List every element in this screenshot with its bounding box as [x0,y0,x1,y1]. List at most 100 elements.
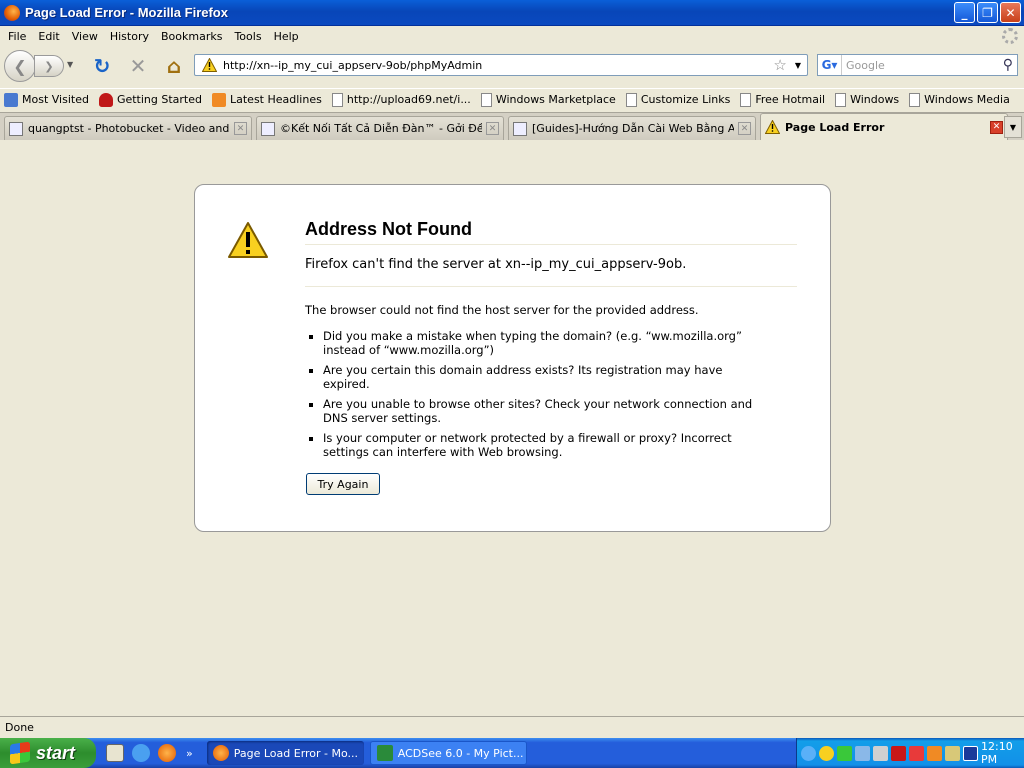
bookmark-windows-marketplace[interactable]: Windows Marketplace [480,92,616,107]
bookmark-latest-headlines[interactable]: Latest Headlines [212,92,322,107]
menu-help[interactable]: Help [268,30,305,43]
menu-view[interactable]: View [66,30,104,43]
firefox-icon [212,745,229,761]
throbber-icon [1002,28,1018,44]
bookmark-star-icon[interactable]: ☆ [773,56,786,74]
bookmark-most-visited[interactable]: Most Visited [4,92,89,107]
url-dropdown-icon[interactable]: ▼ [795,61,801,70]
menu-tools[interactable]: Tools [228,30,267,43]
maximize-button[interactable]: ❐ [977,2,998,23]
tab-strip: quangptst - Photobucket - Video and I...… [0,112,1024,140]
tab-close-icon[interactable]: ✕ [990,120,1003,134]
menu-bar: File Edit View History Bookmarks Tools H… [0,26,1024,46]
search-icon[interactable]: ⚲ [1003,57,1013,73]
back-arrow-icon: ❮ [13,56,27,76]
try-again-button[interactable]: Try Again [306,473,380,495]
clock: 12:10 PM [981,740,1013,766]
quick-launch: » [106,744,193,762]
tab-ket-noi[interactable]: ©Kết Nối Tất Cả Diễn Đàn™ - Gởi Đề T... … [256,116,504,140]
windows-logo-icon [10,741,30,765]
status-bar: Done [0,716,1024,738]
quick-launch-chevron-icon[interactable]: » [186,747,193,760]
status-text: Done [5,721,34,734]
tab-favicon-icon [261,121,275,136]
error-intro: The browser could not find the host serv… [305,303,699,317]
media-play-icon[interactable] [837,745,852,761]
search-input[interactable]: Google [842,59,1003,72]
warning-icon [201,57,217,73]
internet-explorer-icon[interactable] [132,744,150,762]
bookmark-upload69[interactable]: http://upload69.net/i... [331,92,471,107]
search-bar[interactable]: G▾ Google ⚲ [817,54,1018,76]
home-icon[interactable]: ⌂ [162,54,186,78]
messenger-icon[interactable] [819,745,834,761]
back-button[interactable]: ❮ [4,50,36,82]
start-button[interactable]: start [0,738,96,768]
volume-icon[interactable] [873,745,888,761]
tab-favicon-icon [9,121,23,136]
tab-guides[interactable]: [Guides]-Hướng Dẫn Cài Web Bằng Ap... ✕ [508,116,756,140]
network-icon[interactable] [855,745,870,761]
page-content: Address Not Found Firefox can't find the… [0,140,1024,716]
history-dropdown-icon[interactable]: ▼ [67,60,73,69]
bookmark-free-hotmail[interactable]: Free Hotmail [740,92,825,107]
forward-button[interactable]: ❯ [34,55,64,77]
page-icon [331,92,343,107]
bookmark-customize-links[interactable]: Customize Links [625,92,730,107]
stop-icon[interactable]: ✕ [126,54,150,78]
acdsee-icon [376,745,393,761]
reload-icon[interactable]: ↻ [90,54,114,78]
menu-bookmarks[interactable]: Bookmarks [155,30,228,43]
tray-collapse-icon[interactable] [801,745,816,761]
bookmarks-toolbar: Most Visited Getting Started Latest Head… [0,88,1024,110]
bookmark-windows[interactable]: Windows [835,92,899,107]
taskbar-firefox[interactable]: Page Load Error - Mo... [206,741,364,765]
error-short-desc: Firefox can't find the server at xn--ip_… [305,257,797,287]
tab-close-icon[interactable]: ✕ [234,122,247,135]
language-icon[interactable] [963,745,978,761]
error-suggestions: Did you make a mistake when typing the d… [305,329,755,459]
error-title: Address Not Found [305,219,797,245]
tab-favicon-icon [513,121,527,136]
bookmark-windows-media[interactable]: Windows Media [909,92,1010,107]
tab-page-load-error[interactable]: Page Load Error ✕ [760,113,1008,140]
rss-feed-icon [212,92,226,107]
warning-icon [765,120,780,134]
taskbar: start » Page Load Error - Mo... ACDSee 6… [0,738,1024,768]
firefox-icon[interactable] [158,744,176,762]
notepad-icon[interactable] [106,744,124,762]
error-long-desc: The browser could not find the host serv… [305,303,755,465]
page-icon [909,92,921,107]
suggestion-item: Are you unable to browse other sites? Ch… [323,397,755,425]
tab-list-dropdown-icon[interactable]: ▼ [1004,116,1022,138]
title-bar[interactable]: Page Load Error - Mozilla Firefox _ ❐ ✕ [0,0,1024,26]
firefox-icon [4,4,20,21]
warning-icon [227,221,269,259]
tab-close-icon[interactable]: ✕ [738,122,751,135]
tab-close-icon[interactable]: ✕ [486,122,499,135]
vlc-icon[interactable] [927,745,942,761]
url-bar[interactable]: http://xn--ip_my_cui_appserv-9ob/phpMyAd… [194,54,808,76]
navigation-toolbar: ❮ ❯ ▼ ↻ ✕ ⌂ http://xn--ip_my_cui_appserv… [0,46,1024,86]
taskbar-acdsee[interactable]: ACDSee 6.0 - My Pict... [369,741,527,765]
safely-remove-icon[interactable] [945,745,960,761]
minimize-button[interactable]: _ [954,2,975,23]
menu-history[interactable]: History [104,30,155,43]
suggestion-item: Did you make a mistake when typing the d… [323,329,755,357]
suggestion-item: Is your computer or network protected by… [323,431,755,459]
page-icon [740,92,752,107]
most-visited-icon [4,92,18,107]
kaspersky-icon[interactable] [891,745,906,761]
window-title: Page Load Error - Mozilla Firefox [25,5,228,20]
google-engine-icon[interactable]: G▾ [818,55,842,75]
url-input[interactable]: http://xn--ip_my_cui_appserv-9ob/phpMyAd… [223,59,773,72]
antivirus-icon[interactable] [909,745,924,761]
bookmark-getting-started[interactable]: Getting Started [98,92,202,107]
menu-file[interactable]: File [2,30,32,43]
forward-arrow-icon: ❯ [44,59,54,73]
close-button[interactable]: ✕ [1000,2,1021,23]
menu-edit[interactable]: Edit [32,30,65,43]
page-icon [625,92,637,107]
system-tray: 12:10 PM [796,738,1024,768]
tab-photobucket[interactable]: quangptst - Photobucket - Video and I...… [4,116,252,140]
